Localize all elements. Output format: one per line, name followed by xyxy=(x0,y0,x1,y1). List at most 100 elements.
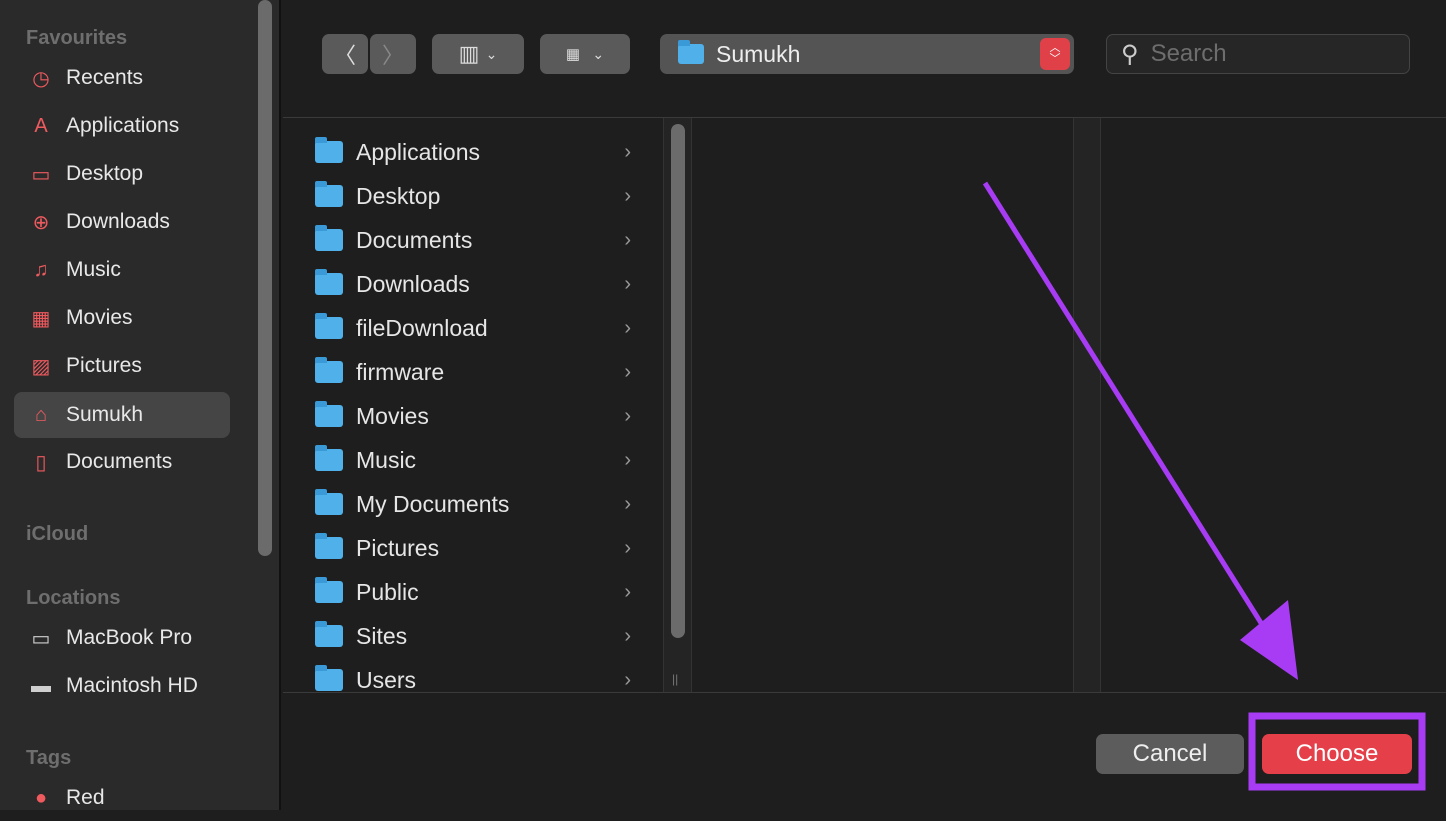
chevron-right-icon: › xyxy=(624,404,631,427)
folder-row[interactable]: Music › xyxy=(283,438,663,482)
scrollbar-thumb[interactable] xyxy=(671,124,685,638)
folder-icon xyxy=(315,313,343,339)
drive-icon: ▬ xyxy=(31,674,51,697)
back-button[interactable]: 〈 xyxy=(322,34,368,74)
annotation-arrow-head-icon xyxy=(1240,600,1298,680)
chevron-right-icon: › xyxy=(624,184,631,207)
sidebar-item-movies[interactable]: ▦ Movies xyxy=(14,295,230,341)
path-selector[interactable]: Sumukh ︿ ﹀ xyxy=(660,34,1074,74)
folder-name: My Documents xyxy=(356,490,510,517)
sidebar-item-sumukh[interactable]: ⌂ Sumukh xyxy=(14,392,230,438)
folder-row[interactable]: Applications › xyxy=(283,130,663,174)
group-button[interactable]: ▦ ⌄ xyxy=(540,34,630,74)
sidebar-item-music[interactable]: ♫ Music xyxy=(14,247,230,293)
home-icon: ⌂ xyxy=(34,403,48,426)
sidebar-item-label: Desktop xyxy=(66,162,144,185)
annotation-arrow-line xyxy=(982,181,1281,652)
sidebar-item-label: Red xyxy=(66,786,105,809)
chevron-right-icon: › xyxy=(624,580,631,603)
chevron-right-icon: 〉 xyxy=(381,43,404,68)
file-column: Applications › Desktop › Documents › Downloads… xyxy=(283,118,663,692)
column-scrollbar[interactable]: || xyxy=(663,118,692,692)
section-tags: Tags xyxy=(26,747,72,769)
folder-row[interactable]: Public › xyxy=(283,570,663,614)
sidebar-item-macintosh-hd[interactable]: ▬ Macintosh HD xyxy=(14,663,230,709)
sidebar-item-tag-red[interactable]: ● Red xyxy=(14,775,230,821)
folder-row[interactable]: My Documents › xyxy=(283,482,663,526)
folder-name: Desktop xyxy=(356,182,441,209)
folder-row[interactable]: Users › xyxy=(283,658,663,692)
chevron-right-icon: › xyxy=(624,316,631,339)
folder-row[interactable]: Sites › xyxy=(283,614,663,658)
folder-icon xyxy=(315,489,343,515)
sidebar-item-pictures[interactable]: ▨ Pictures xyxy=(14,343,230,389)
search-input[interactable]: ⚲ Search xyxy=(1106,34,1410,74)
chevron-right-icon: › xyxy=(624,624,631,647)
photo-icon: ▨ xyxy=(31,355,51,378)
folder-row[interactable]: firmware › xyxy=(283,350,663,394)
sidebar-item-label: Recents xyxy=(66,66,144,89)
chevron-right-icon: › xyxy=(624,536,631,559)
sidebar-item-label: Documents xyxy=(66,450,173,473)
chevron-right-icon: › xyxy=(624,448,631,471)
sidebar-scrollbar[interactable] xyxy=(258,0,272,556)
folder-icon xyxy=(315,577,343,603)
chevron-right-icon: › xyxy=(624,140,631,163)
section-favourites: Favourites xyxy=(26,27,128,49)
chevron-down-icon: ⌄ xyxy=(592,45,605,62)
folder-row[interactable]: Downloads › xyxy=(283,262,663,306)
sidebar-item-label: Movies xyxy=(66,306,133,329)
film-icon: ▦ xyxy=(31,307,51,330)
folder-icon xyxy=(315,621,343,647)
column-divider[interactable] xyxy=(1073,118,1101,692)
folder-icon xyxy=(315,225,343,251)
laptop-icon: ▭ xyxy=(31,627,51,650)
section-icloud: iCloud xyxy=(26,523,89,545)
home-folder-icon xyxy=(678,40,704,64)
sidebar-item-recents[interactable]: ◷ Recents xyxy=(14,55,230,101)
columns-view-icon: ▥ xyxy=(458,41,480,66)
chevron-right-icon: › xyxy=(624,272,631,295)
folder-name: Movies xyxy=(356,402,429,429)
folder-icon xyxy=(315,533,343,559)
folder-name: Downloads xyxy=(356,270,470,297)
sidebar-item-macbook-pro[interactable]: ▭ MacBook Pro xyxy=(14,615,230,661)
sidebar-item-downloads[interactable]: ⊕ Downloads xyxy=(14,199,230,245)
folder-name: fileDownload xyxy=(356,314,488,341)
desktop-icon: ▭ xyxy=(31,163,51,186)
folder-icon xyxy=(315,137,343,163)
app-store-icon: A xyxy=(34,114,48,137)
folder-name: Sites xyxy=(356,622,408,649)
folder-name: Music xyxy=(356,446,417,473)
clock-icon: ◷ xyxy=(32,67,50,90)
grid-icon: ▦ xyxy=(565,46,581,63)
chevron-right-icon: › xyxy=(624,228,631,251)
chevron-right-icon: › xyxy=(624,492,631,515)
sidebar-item-label: Music xyxy=(66,258,121,281)
folder-icon xyxy=(315,665,343,691)
sidebar: Favourites ◷ Recents A Applications ▭ Deskt… xyxy=(0,0,281,810)
sidebar-item-label: Sumukh xyxy=(66,403,144,426)
sidebar-item-desktop[interactable]: ▭ Desktop xyxy=(14,151,230,197)
choose-button[interactable]: Choose xyxy=(1262,734,1412,774)
sidebar-item-documents[interactable]: ▯ Documents xyxy=(14,439,230,485)
folder-row[interactable]: Movies › xyxy=(283,394,663,438)
view-mode-button[interactable]: ▥ ⌄ xyxy=(432,34,524,74)
music-note-icon: ♫ xyxy=(33,258,49,281)
folder-row[interactable]: Desktop › xyxy=(283,174,663,218)
folder-row[interactable]: Documents › xyxy=(283,218,663,262)
forward-button[interactable]: 〉 xyxy=(370,34,416,74)
folder-row[interactable]: Pictures › xyxy=(283,526,663,570)
chevron-down-icon: ⌄ xyxy=(485,45,498,62)
folder-name: Public xyxy=(356,578,419,605)
cancel-button[interactable]: Cancel xyxy=(1096,734,1244,774)
sidebar-item-applications[interactable]: A Applications xyxy=(14,103,230,149)
folder-row[interactable]: fileDownload › xyxy=(283,306,663,350)
sidebar-item-label: Macintosh HD xyxy=(66,674,198,697)
folder-icon xyxy=(315,181,343,207)
document-icon: ▯ xyxy=(35,451,47,474)
folder-name: Documents xyxy=(356,226,473,253)
sidebar-item-label: Downloads xyxy=(66,210,170,233)
resize-handle-icon[interactable]: || xyxy=(672,672,678,686)
folder-icon xyxy=(315,269,343,295)
